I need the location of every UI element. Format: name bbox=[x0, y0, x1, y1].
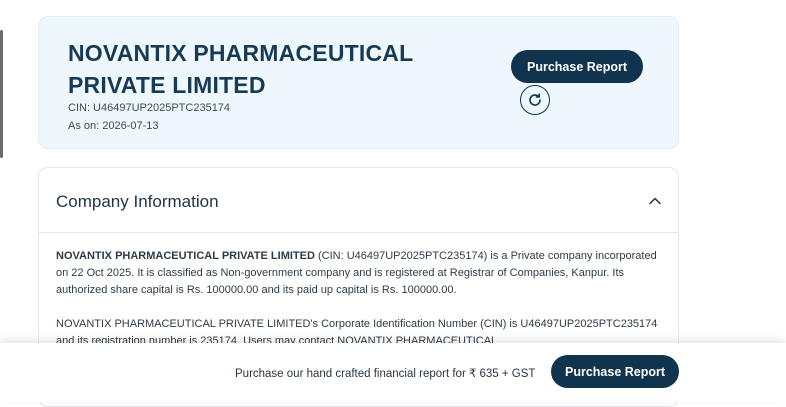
refresh-button[interactable] bbox=[520, 85, 550, 115]
section-title: Company Information bbox=[56, 192, 219, 211]
company-name-title: NOVANTIX PHARMACEUTICAL PRIVATE LIMITED bbox=[68, 40, 413, 98]
purchase-report-button[interactable]: Purchase Report bbox=[511, 50, 643, 83]
purchase-promo-text: Purchase our hand crafted financial repo… bbox=[235, 368, 536, 380]
company-name-bold: NOVANTIX PHARMACEUTICAL PRIVATE LIMITED bbox=[56, 250, 315, 262]
left-scrollbar[interactable] bbox=[0, 30, 3, 158]
purchase-footer-bar: Purchase our hand crafted financial repo… bbox=[0, 343, 786, 402]
company-header-card: NOVANTIX PHARMACEUTICAL PRIVATE LIMITED … bbox=[38, 16, 679, 149]
chevron-up-icon[interactable] bbox=[648, 194, 662, 208]
footer-purchase-report-button[interactable]: Purchase Report bbox=[551, 355, 679, 388]
info-paragraph-1: NOVANTIX PHARMACEUTICAL PRIVATE LIMITED … bbox=[56, 248, 662, 299]
company-information-header[interactable]: Company Information bbox=[39, 168, 678, 233]
cin-text: CIN: U46497UP2025PTC235174 bbox=[68, 102, 231, 114]
as-on-date: As on: 2026-07-13 bbox=[68, 120, 159, 132]
refresh-icon bbox=[529, 93, 541, 106]
